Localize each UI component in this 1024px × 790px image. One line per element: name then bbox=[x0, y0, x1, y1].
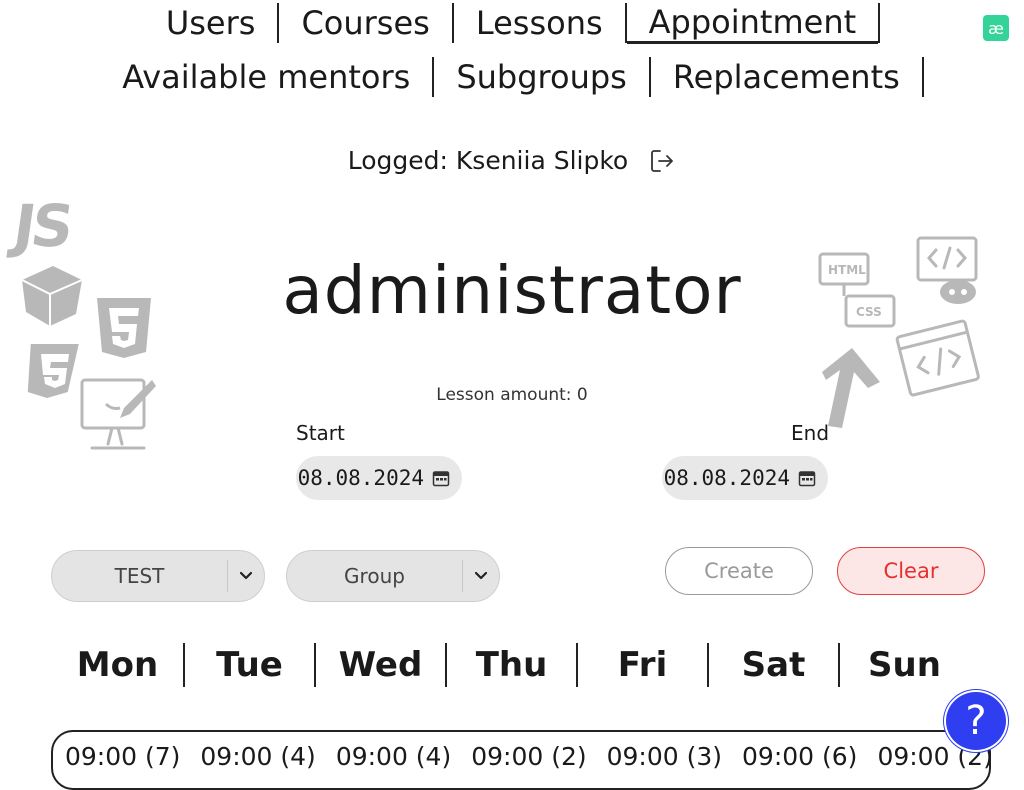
chevron-down-icon[interactable] bbox=[463, 571, 499, 581]
end-date-value: 08.08.2024 bbox=[663, 466, 790, 490]
logged-user-bar: Logged: Kseniia Slipko bbox=[0, 146, 1024, 175]
nav-users[interactable]: Users bbox=[144, 3, 278, 43]
day-sat: Sat bbox=[707, 643, 838, 687]
start-date-input[interactable]: 08.08.2024 bbox=[296, 456, 462, 500]
day-thu: Thu bbox=[445, 643, 576, 687]
main-nav-row-1: Users Courses Lessons Appointment bbox=[0, 0, 1024, 46]
language-switch-button[interactable]: æ bbox=[983, 15, 1009, 41]
main-nav-row-2: Available mentors Subgroups Replacements bbox=[0, 56, 1024, 98]
chevron-down-icon[interactable] bbox=[228, 571, 264, 581]
nav-divider bbox=[878, 3, 881, 43]
end-date-label: End bbox=[791, 421, 830, 445]
svg-text:HTML: HTML bbox=[828, 263, 866, 277]
html-css-files-icon: HTML CSS bbox=[818, 252, 896, 328]
course-select-value: TEST bbox=[114, 564, 165, 588]
day-tue: Tue bbox=[183, 643, 314, 687]
code-gamepad-icon bbox=[916, 236, 978, 304]
start-date-value: 08.08.2024 bbox=[297, 466, 424, 490]
javascript-icon: JS bbox=[9, 192, 75, 260]
html5-icon bbox=[97, 298, 151, 358]
time-slot-sat[interactable]: 09:00 (6) bbox=[742, 742, 857, 771]
cube-icon bbox=[21, 266, 83, 326]
time-slot-fri[interactable]: 09:00 (3) bbox=[607, 742, 722, 771]
course-select[interactable]: TEST bbox=[51, 550, 265, 602]
day-mon: Mon bbox=[76, 645, 159, 685]
create-button[interactable]: Create bbox=[665, 547, 813, 595]
svg-text:CSS: CSS bbox=[856, 305, 882, 319]
day-wed: Wed bbox=[314, 643, 445, 687]
nav-lessons[interactable]: Lessons bbox=[454, 3, 625, 43]
end-date-input[interactable]: 08.08.2024 bbox=[662, 456, 828, 500]
nav-divider bbox=[921, 57, 924, 97]
time-slot-thu[interactable]: 09:00 (2) bbox=[471, 742, 586, 771]
help-button[interactable]: ? bbox=[944, 690, 1008, 752]
day-fri: Fri bbox=[576, 643, 707, 687]
time-slot-wed[interactable]: 09:00 (4) bbox=[336, 742, 451, 771]
calendar-icon[interactable] bbox=[432, 469, 450, 487]
nav-available-mentors[interactable]: Available mentors bbox=[100, 57, 432, 97]
day-sun: Sun bbox=[838, 643, 969, 687]
time-slots-row: 09:00 (7) 09:00 (4) 09:00 (4) 09:00 (2) … bbox=[51, 730, 993, 790]
lesson-amount: Lesson amount: 0 bbox=[436, 385, 588, 405]
logout-icon[interactable] bbox=[648, 147, 676, 175]
calendar-icon[interactable] bbox=[798, 469, 816, 487]
nav-replacements[interactable]: Replacements bbox=[651, 57, 922, 97]
logged-user-text: Logged: Kseniia Slipko bbox=[347, 146, 629, 175]
clear-button[interactable]: Clear bbox=[837, 547, 985, 595]
group-select[interactable]: Group bbox=[286, 550, 500, 602]
nav-appointment[interactable]: Appointment bbox=[626, 3, 879, 44]
time-slot-tue[interactable]: 09:00 (4) bbox=[200, 742, 315, 771]
start-date-label: Start bbox=[296, 421, 345, 445]
nav-courses[interactable]: Courses bbox=[279, 3, 451, 43]
time-slot-mon[interactable]: 09:00 (7) bbox=[65, 742, 180, 771]
weekday-header: Mon Tue Wed Thu Fri Sat Sun bbox=[52, 643, 972, 687]
nav-subgroups[interactable]: Subgroups bbox=[434, 57, 649, 97]
group-select-value: Group bbox=[344, 564, 405, 588]
